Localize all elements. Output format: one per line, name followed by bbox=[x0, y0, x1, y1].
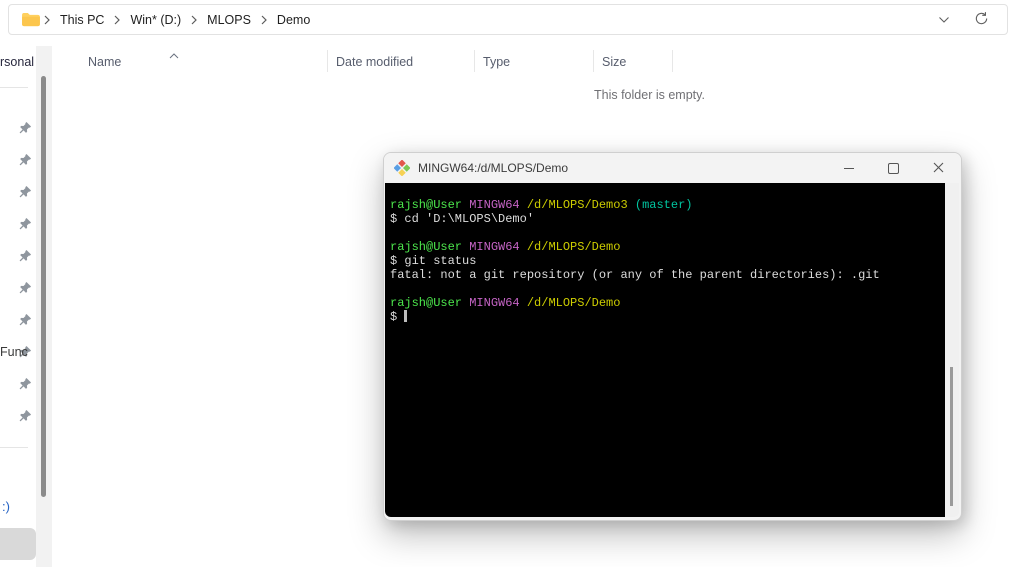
desktop: { "explorer": { "address_bar": { "breadc… bbox=[0, 0, 1018, 567]
chevron-right-icon[interactable] bbox=[260, 15, 268, 25]
chevron-right-icon[interactable] bbox=[43, 15, 51, 25]
pin-icon[interactable] bbox=[19, 249, 32, 262]
terminal-cursor bbox=[404, 310, 407, 322]
sidebar-divider bbox=[0, 87, 28, 88]
pin-icon[interactable] bbox=[19, 409, 32, 422]
sidebar-item-func-fragment[interactable]: Func bbox=[0, 345, 28, 359]
minimize-icon bbox=[843, 167, 854, 169]
sidebar-scrollbar-track[interactable] bbox=[36, 46, 52, 567]
terminal-scrollbar-thumb[interactable] bbox=[950, 367, 953, 506]
breadcrumb-item-demo[interactable]: Demo bbox=[269, 9, 318, 31]
column-resize-handle[interactable] bbox=[327, 50, 328, 72]
terminal-scrollbar-track[interactable] bbox=[945, 183, 959, 517]
breadcrumb-item-win-d-[interactable]: Win* (D:) bbox=[122, 9, 189, 31]
terminal-text: rajsh@User MINGW64 /d/MLOPS/Demo3 (maste… bbox=[390, 198, 945, 324]
terminal-line: $ cd 'D:\MLOPS\Demo' bbox=[390, 212, 535, 226]
sort-ascending-icon bbox=[169, 46, 179, 64]
column-resize-handle[interactable] bbox=[593, 50, 594, 72]
column-header-size[interactable]: Size bbox=[598, 53, 630, 71]
terminal-line: fatal: not a git repository (or any of t… bbox=[390, 268, 880, 282]
chevron-right-icon[interactable] bbox=[190, 15, 198, 25]
sidebar-divider bbox=[0, 447, 28, 448]
pin-icon[interactable] bbox=[19, 313, 32, 326]
sidebar-scrollbar-thumb[interactable] bbox=[41, 76, 46, 497]
terminal-content[interactable]: rajsh@User MINGW64 /d/MLOPS/Demo3 (maste… bbox=[385, 183, 945, 517]
breadcrumb-item-mlops[interactable]: MLOPS bbox=[199, 9, 259, 31]
close-icon bbox=[933, 161, 944, 176]
sidebar-pins bbox=[19, 121, 32, 422]
maximize-button[interactable] bbox=[871, 153, 916, 183]
terminal-line: rajsh@User MINGW64 /d/MLOPS/Demo3 (maste… bbox=[390, 198, 693, 212]
terminal-line: $ bbox=[390, 310, 945, 324]
pin-icon[interactable] bbox=[19, 377, 32, 390]
sidebar-item-drive-fragment[interactable]: :) bbox=[2, 499, 10, 514]
pin-icon[interactable] bbox=[19, 121, 32, 134]
maximize-icon bbox=[888, 162, 899, 174]
pin-icon[interactable] bbox=[19, 217, 32, 230]
empty-folder-message: This folder is empty. bbox=[594, 88, 705, 102]
address-dropdown-button[interactable] bbox=[936, 10, 952, 29]
chevron-down-icon bbox=[938, 12, 950, 27]
pin-icon[interactable] bbox=[19, 153, 32, 166]
minimize-button[interactable] bbox=[826, 153, 871, 183]
pin-icon[interactable] bbox=[19, 185, 32, 198]
sidebar-item-personal-fragment[interactable]: rsonal bbox=[0, 55, 34, 69]
close-button[interactable] bbox=[916, 153, 961, 183]
breadcrumb: This PC Win* (D:) MLOPS Demo bbox=[42, 9, 318, 31]
folder-icon bbox=[21, 12, 40, 27]
terminal-titlebar[interactable]: MINGW64:/d/MLOPS/Demo bbox=[384, 153, 961, 183]
terminal-line: rajsh@User MINGW64 /d/MLOPS/Demo bbox=[390, 296, 621, 310]
refresh-icon bbox=[974, 11, 989, 29]
column-header-date-modified[interactable]: Date modified bbox=[332, 53, 417, 71]
terminal-line: $ git status bbox=[390, 254, 477, 268]
terminal-line: rajsh@User MINGW64 /d/MLOPS/Demo bbox=[390, 240, 621, 254]
column-resize-handle[interactable] bbox=[672, 50, 673, 72]
sidebar-selected-item-fragment[interactable] bbox=[0, 528, 36, 560]
column-resize-handle[interactable] bbox=[474, 50, 475, 72]
chevron-right-icon[interactable] bbox=[113, 15, 121, 25]
terminal-window: MINGW64:/d/MLOPS/Demo rajsh@User MINGW64… bbox=[383, 152, 962, 521]
column-header-name[interactable]: Name bbox=[84, 53, 125, 71]
terminal-title: MINGW64:/d/MLOPS/Demo bbox=[418, 161, 569, 175]
breadcrumb-item-this-pc[interactable]: This PC bbox=[52, 9, 112, 31]
mingw64-icon bbox=[394, 160, 410, 176]
column-header-type[interactable]: Type bbox=[479, 53, 514, 71]
refresh-button[interactable] bbox=[972, 9, 991, 31]
pin-icon[interactable] bbox=[19, 281, 32, 294]
address-bar[interactable]: This PC Win* (D:) MLOPS Demo bbox=[8, 4, 1008, 35]
